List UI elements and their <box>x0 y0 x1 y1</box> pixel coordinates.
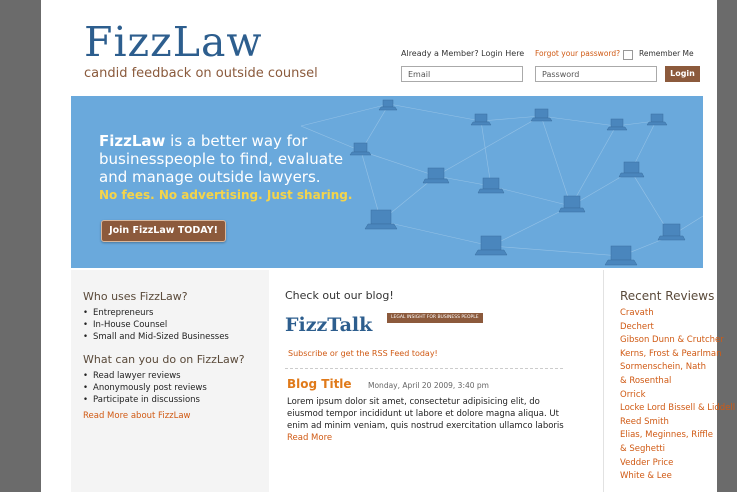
recent-reviews-list: Cravath Dechert Gibson Dunn & Crutcher K… <box>620 307 735 484</box>
review-link[interactable]: Sormenschein, Nath <box>620 361 735 375</box>
recent-reviews-panel: Recent Reviews Cravath Dechert Gibson Du… <box>603 270 735 492</box>
review-link[interactable]: & Seghetti <box>620 443 735 457</box>
about-sidebar: Who uses FizzLaw? Entrepreneurs In-House… <box>71 270 269 492</box>
remember-me-label: Remember Me <box>639 49 694 58</box>
review-link[interactable]: Kerns, Frost & Pearlman <box>620 348 735 362</box>
remember-me-checkbox[interactable] <box>623 50 633 60</box>
what-can-you-do-title: What can you do on FizzLaw? <box>83 353 245 366</box>
join-button[interactable]: Join FizzLaw TODAY! <box>101 220 226 242</box>
review-link[interactable]: Reed Smith <box>620 416 735 430</box>
fizztalk-logo[interactable]: FizzTalk <box>285 314 372 336</box>
password-field[interactable] <box>535 66 657 82</box>
who-uses-title: Who uses FizzLaw? <box>83 290 188 303</box>
blog-post-date: Monday, April 20 2009, 3:40 pm <box>368 381 489 390</box>
blog-section: Check out our blog! FizzTalk LEGAL INSIG… <box>285 270 567 492</box>
forgot-password-link[interactable]: Forgot your password? <box>535 49 620 58</box>
member-login-prompt: Already a Member? Login Here <box>401 49 525 58</box>
subscribe-rss-link[interactable]: Subscribe or get the RSS Feed today! <box>288 349 438 358</box>
review-link[interactable]: Cravath <box>620 307 735 321</box>
blog-post-title[interactable]: Blog Title <box>287 377 352 391</box>
page-container: FizzLaw candid feedback on outside couns… <box>41 0 735 492</box>
list-item: Small and Mid-Sized Businesses <box>83 331 269 343</box>
review-link[interactable]: White & Lee <box>620 470 735 484</box>
review-link[interactable]: Locke Lord Bissell & Liddell <box>620 402 735 416</box>
login-form: Already a Member? Login Here Forgot your… <box>401 45 703 87</box>
hero-banner: FizzLaw is a better way for businesspeop… <box>71 96 703 268</box>
hero-tagline: No fees. No advertising. Just sharing. <box>99 188 353 202</box>
hero-headline: FizzLaw is a better way for businesspeop… <box>99 132 359 186</box>
review-link[interactable]: Orrick <box>620 389 735 403</box>
login-button[interactable]: Login <box>665 66 700 82</box>
review-link[interactable]: Vedder Price <box>620 457 735 471</box>
list-item: Entrepreneurs <box>83 307 269 319</box>
who-uses-list: Entrepreneurs In-House Counsel Small and… <box>83 307 269 343</box>
review-link[interactable]: Elias, Meginnes, Riffle <box>620 429 735 443</box>
list-item: In-House Counsel <box>83 319 269 331</box>
list-item: Read lawyer reviews <box>83 370 269 382</box>
divider <box>285 368 563 369</box>
blog-post-excerpt: Lorem ipsum dolor sit amet, consectetur … <box>287 396 565 444</box>
site-tagline: candid feedback on outside counsel <box>84 66 318 81</box>
hero-brand: FizzLaw <box>99 132 166 150</box>
blog-post-body: Lorem ipsum dolor sit amet, consectetur … <box>287 397 564 431</box>
site-logo[interactable]: FizzLaw candid feedback on outside couns… <box>84 20 318 81</box>
recent-reviews-title: Recent Reviews <box>620 289 715 303</box>
list-item: Anonymously post reviews <box>83 382 269 394</box>
review-link[interactable]: Gibson Dunn & Crutcher <box>620 334 735 348</box>
what-can-you-do-list: Read lawyer reviews Anonymously post rev… <box>83 370 269 406</box>
read-more-about-link[interactable]: Read More about FizzLaw <box>83 411 269 421</box>
list-item: Participate in discussions <box>83 394 269 406</box>
fizztalk-tagline: LEGAL INSIGHT FOR BUSINESS PEOPLE <box>387 313 483 323</box>
blog-read-more-link[interactable]: Read More <box>287 433 332 443</box>
logo-wordmark: FizzLaw <box>84 18 263 66</box>
review-link[interactable]: Dechert <box>620 321 735 335</box>
review-link[interactable]: & Rosenthal <box>620 375 735 389</box>
blog-heading: Check out our blog! <box>285 289 394 302</box>
email-field[interactable] <box>401 66 523 82</box>
